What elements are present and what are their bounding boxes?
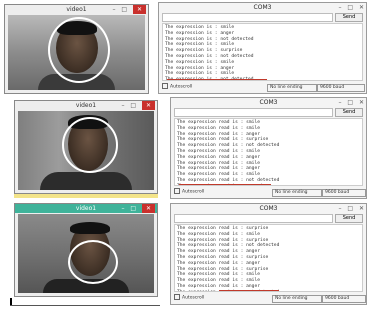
minimize-button[interactable]: – <box>338 4 341 11</box>
video-window-titlebar: video1 – □ ✕ <box>15 204 157 213</box>
serial-monitor-title: COM3 <box>253 4 272 11</box>
autoscroll-checkbox[interactable] <box>174 294 180 300</box>
send-input[interactable] <box>174 214 333 223</box>
status-bar: Autoscroll No line ending 9600 baud <box>174 294 366 303</box>
send-row: Send <box>174 214 363 223</box>
video-window-3: video1 – □ ✕ <box>14 203 158 297</box>
line-ending-select[interactable]: No line ending <box>272 295 322 303</box>
highlight-underline <box>219 289 279 291</box>
baud-select[interactable]: 9600 baud <box>322 295 366 303</box>
close-button[interactable]: ✕ <box>359 4 364 11</box>
send-row: Send <box>162 13 363 22</box>
send-button[interactable]: Send <box>335 214 363 223</box>
autoscroll-checkbox[interactable] <box>174 188 180 194</box>
line-ending-select[interactable]: No line ending <box>267 84 317 92</box>
maximize-button[interactable]: □ <box>347 99 353 106</box>
video-window-titlebar: video1 – □ ✕ <box>15 101 157 110</box>
face-detection-ellipse <box>48 17 110 83</box>
minimize-button[interactable]: – <box>121 204 124 213</box>
baud-select[interactable]: 9600 baud <box>317 84 365 92</box>
autoscroll-checkbox[interactable] <box>162 83 168 89</box>
serial-output: The expression is : smile The expression … <box>162 23 363 81</box>
face-detection-ellipse <box>68 240 118 284</box>
person-shoulders <box>40 172 132 190</box>
close-button[interactable]: ✕ <box>359 99 364 106</box>
autoscroll-toggle[interactable]: Autoscroll <box>174 188 204 197</box>
send-button[interactable]: Send <box>335 108 363 117</box>
serial-monitor-title: COM3 <box>259 99 278 106</box>
autoscroll-toggle[interactable]: Autoscroll <box>174 294 204 303</box>
close-button[interactable]: ✕ <box>141 101 155 110</box>
status-bar: Autoscroll No line ending 9600 baud <box>162 83 365 92</box>
line-ending-select[interactable]: No line ending <box>272 189 322 197</box>
minimize-button[interactable]: – <box>338 99 341 106</box>
camera-feed <box>18 214 154 293</box>
person-hair <box>70 222 110 234</box>
highlight-underline <box>167 78 267 80</box>
send-button[interactable]: Send <box>335 13 363 22</box>
close-button[interactable]: ✕ <box>141 204 155 213</box>
baud-select[interactable]: 9600 baud <box>322 189 366 197</box>
video-window-1: video1 – □ ✕ <box>4 4 149 94</box>
maximize-button[interactable]: □ <box>347 205 353 212</box>
baseline-mark <box>10 305 160 306</box>
maximize-button[interactable]: □ <box>121 5 127 14</box>
serial-monitor-title: COM3 <box>259 205 278 212</box>
highlight-underline <box>179 183 271 185</box>
face-detection-ellipse <box>62 117 118 173</box>
maximize-button[interactable]: □ <box>130 101 136 110</box>
serial-monitor-3: COM3 – □ ✕ Send The expression read is :… <box>170 203 367 305</box>
autoscroll-toggle[interactable]: Autoscroll <box>162 83 192 92</box>
minimize-button[interactable]: – <box>121 101 124 110</box>
autoscroll-label: Autoscroll <box>170 84 193 90</box>
send-row: Send <box>174 108 363 117</box>
maximize-button[interactable]: □ <box>347 4 353 11</box>
autoscroll-label: Autoscroll <box>182 295 205 301</box>
minimize-button[interactable]: – <box>338 205 341 212</box>
autoscroll-label: Autoscroll <box>182 189 205 195</box>
send-input[interactable] <box>174 108 333 117</box>
close-button[interactable]: ✕ <box>359 205 364 212</box>
send-input[interactable] <box>162 13 333 22</box>
camera-feed <box>8 15 145 90</box>
serial-monitor-1: COM3 – □ ✕ Send The expression is : smil… <box>158 2 367 94</box>
minimize-button[interactable]: – <box>112 5 115 14</box>
maximize-button[interactable]: □ <box>130 204 136 213</box>
video-window-titlebar: video1 – □ ✕ <box>5 5 148 14</box>
video-window-2: video1 – □ ✕ <box>14 100 158 194</box>
serial-output: The expression read is : smile The expres… <box>174 118 363 186</box>
camera-feed <box>18 111 154 190</box>
status-bar: Autoscroll No line ending 9600 baud <box>174 188 366 197</box>
close-button[interactable]: ✕ <box>132 5 146 14</box>
serial-output: The expression read is : surprise The exp… <box>174 224 363 292</box>
serial-monitor-2: COM3 – □ ✕ Send The expression read is :… <box>170 97 367 199</box>
separator-strip <box>14 194 158 198</box>
